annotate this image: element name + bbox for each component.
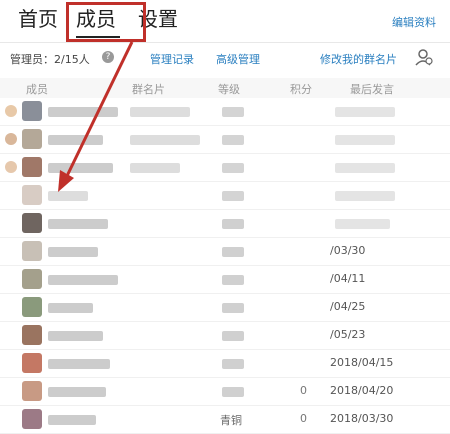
level-badge [222, 191, 244, 201]
last-message-date: /04/25 [330, 300, 366, 313]
member-name [48, 135, 103, 145]
avatar [22, 381, 42, 401]
last-message-date: 2018/03/30 [330, 412, 394, 425]
person-settings-icon[interactable] [414, 48, 434, 66]
avatar [22, 269, 42, 289]
column-header-member[interactable]: 成员 [26, 81, 48, 97]
column-header-group-card[interactable]: 群名片 [132, 81, 165, 97]
column-header-last-message[interactable]: 最后发言 [350, 81, 394, 97]
last-message-date: /05/23 [330, 328, 366, 341]
role-badge-icon [5, 161, 17, 173]
member-table-body: /03/30 /04/11 /04/25 /05/23 2018/04/15 0… [0, 98, 450, 434]
group-card [130, 163, 180, 173]
points-value: 0 [300, 384, 307, 397]
avatar [22, 101, 42, 121]
role-badge-icon [5, 105, 17, 117]
avatar [22, 297, 42, 317]
table-row[interactable] [0, 154, 450, 182]
avatar [22, 353, 42, 373]
level-badge: 青铜 [220, 414, 242, 427]
last-message-date [335, 219, 390, 229]
table-row[interactable]: 青铜 0 2018/03/30 [0, 406, 450, 434]
table-row[interactable] [0, 126, 450, 154]
member-name [48, 247, 98, 257]
column-header-points[interactable]: 积分 [290, 81, 312, 97]
level-badge [222, 219, 244, 229]
group-card [130, 135, 200, 145]
member-name [48, 415, 96, 425]
level-badge [222, 135, 244, 145]
tab-home[interactable]: 首页 [18, 6, 58, 32]
divider [0, 42, 450, 43]
level-badge [222, 303, 244, 313]
level-badge [222, 163, 244, 173]
table-row[interactable]: /04/11 [0, 266, 450, 294]
column-header-level[interactable]: 等级 [218, 81, 240, 97]
table-row[interactable]: /05/23 [0, 322, 450, 350]
level-badge [222, 331, 244, 341]
points-value: 0 [300, 412, 307, 425]
last-message-date [335, 191, 395, 201]
group-card [130, 107, 190, 117]
level-badge [222, 387, 244, 397]
member-name [48, 219, 108, 229]
last-message-date [335, 135, 395, 145]
level-badge [222, 359, 244, 369]
member-name [48, 331, 103, 341]
last-message-date: /04/11 [330, 272, 366, 285]
role-badge-icon [5, 133, 17, 145]
member-name [48, 303, 93, 313]
member-name [48, 107, 118, 117]
advanced-manage-link[interactable]: 高级管理 [216, 51, 260, 67]
avatar [22, 325, 42, 345]
table-row[interactable] [0, 182, 450, 210]
member-name [48, 163, 113, 173]
edit-group-card-link[interactable]: 修改我的群名片 [320, 51, 397, 67]
table-row[interactable]: /04/25 [0, 294, 450, 322]
last-message-date: 2018/04/20 [330, 384, 394, 397]
table-row[interactable]: 0 2018/04/20 [0, 378, 450, 406]
table-row[interactable]: 2018/04/15 [0, 350, 450, 378]
member-name [48, 275, 118, 285]
member-name [48, 191, 88, 201]
avatar [22, 213, 42, 233]
avatar [22, 185, 42, 205]
help-icon[interactable]: ? [102, 51, 114, 63]
level-badge [222, 107, 244, 117]
avatar [22, 409, 42, 429]
member-name [48, 359, 110, 369]
level-badge [222, 275, 244, 285]
level-badge [222, 247, 244, 257]
annotation-highlight-box [66, 2, 146, 42]
member-name [48, 387, 106, 397]
last-message-date: /03/30 [330, 244, 366, 257]
avatar [22, 241, 42, 261]
admin-count: 管理员：2/15人 [10, 53, 90, 66]
table-row[interactable]: /03/30 [0, 238, 450, 266]
admin-log-link[interactable]: 管理记录 [150, 51, 194, 67]
avatar [22, 129, 42, 149]
avatar [22, 157, 42, 177]
member-table-header: 成员 群名片 等级 积分 最后发言 [0, 78, 450, 98]
last-message-date [335, 163, 395, 173]
table-row[interactable] [0, 98, 450, 126]
member-toolbar: 管理员：2/15人 ? 管理记录 高级管理 修改我的群名片 [0, 48, 450, 68]
edit-profile-link[interactable]: 编辑资料 [392, 14, 436, 30]
last-message-date: 2018/04/15 [330, 356, 394, 369]
last-message-date [335, 107, 395, 117]
table-row[interactable] [0, 210, 450, 238]
